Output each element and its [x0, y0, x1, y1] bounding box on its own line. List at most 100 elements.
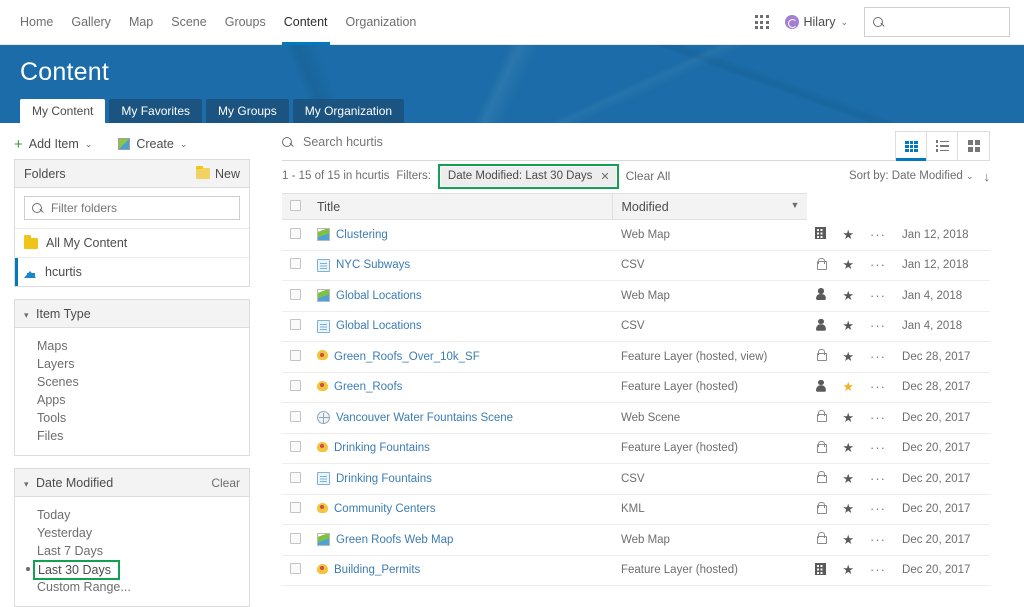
shared-private-icon[interactable]: [816, 502, 826, 514]
shared-private-icon[interactable]: [816, 441, 826, 453]
shared-org-icon[interactable]: [815, 563, 826, 575]
facet-item-tools[interactable]: Tools: [15, 409, 249, 427]
row-checkbox[interactable]: [290, 502, 301, 513]
row-title-link[interactable]: Clustering: [336, 229, 388, 241]
date-modified-panel-header[interactable]: ▾ Date Modified Clear: [15, 469, 249, 497]
grid-view-button[interactable]: [958, 132, 989, 160]
column-header-title[interactable]: Title: [309, 194, 613, 220]
row-checkbox[interactable]: [290, 380, 301, 391]
select-all-checkbox[interactable]: [290, 200, 301, 211]
table-row[interactable]: Global LocationsCSV★···Jan 4, 2018: [282, 311, 990, 342]
facet-date-yesterday[interactable]: Yesterday: [15, 524, 249, 542]
row-checkbox[interactable]: [290, 228, 301, 239]
shared-public-icon[interactable]: [815, 380, 826, 392]
row-title-link[interactable]: Global Locations: [336, 320, 422, 332]
favorite-star-icon[interactable]: ★: [842, 562, 854, 577]
list-view-button[interactable]: [927, 132, 958, 160]
row-title-link[interactable]: Green Roofs Web Map: [336, 534, 453, 546]
row-more-options-icon[interactable]: ···: [870, 288, 886, 303]
favorite-star-icon[interactable]: ★: [842, 440, 854, 455]
nav-link-scene[interactable]: Scene: [162, 0, 215, 45]
nav-link-map[interactable]: Map: [120, 0, 162, 45]
create-button[interactable]: Create ⌄: [118, 137, 187, 151]
table-row[interactable]: Vancouver Water Fountains SceneWeb Scene…: [282, 403, 990, 434]
folder-item-hcurtis[interactable]: hcurtis: [15, 257, 249, 286]
row-title-link[interactable]: Vancouver Water Fountains Scene: [336, 412, 513, 424]
row-title-link[interactable]: Building_Permits: [334, 564, 420, 576]
favorite-star-icon[interactable]: ★: [842, 379, 854, 394]
filter-folders-input[interactable]: [49, 200, 232, 216]
row-more-options-icon[interactable]: ···: [870, 257, 886, 272]
favorite-star-icon[interactable]: ★: [842, 227, 854, 242]
shared-public-icon[interactable]: [815, 319, 826, 331]
global-search-input[interactable]: [890, 14, 1001, 30]
folder-item-all-my-content[interactable]: All My Content: [15, 228, 249, 257]
global-search-box[interactable]: [864, 7, 1010, 37]
sort-by-dropdown[interactable]: Sort by: Date Modified ⌄: [849, 170, 974, 182]
row-more-options-icon[interactable]: ···: [870, 532, 886, 547]
table-row[interactable]: Green_Roofs_Over_10k_SFFeature Layer (ho…: [282, 342, 990, 373]
row-more-options-icon[interactable]: ···: [870, 379, 886, 394]
row-more-options-icon[interactable]: ···: [870, 318, 886, 333]
table-row[interactable]: Drinking FountainsCSV★···Dec 20, 2017: [282, 464, 990, 495]
row-more-options-icon[interactable]: ···: [870, 227, 886, 242]
nav-link-gallery[interactable]: Gallery: [62, 0, 120, 45]
row-checkbox[interactable]: [290, 411, 301, 422]
row-checkbox[interactable]: [290, 563, 301, 574]
facet-item-layers[interactable]: Layers: [15, 355, 249, 373]
row-more-options-icon[interactable]: ···: [870, 471, 886, 486]
row-title-link[interactable]: NYC Subways: [336, 259, 410, 271]
tab-my-organization[interactable]: My Organization: [293, 99, 404, 123]
item-type-panel-header[interactable]: ▾ Item Type: [15, 300, 249, 328]
table-row[interactable]: Drinking FountainsFeature Layer (hosted)…: [282, 433, 990, 464]
nav-link-content[interactable]: Content: [275, 0, 337, 45]
row-title-link[interactable]: Drinking Fountains: [336, 473, 432, 485]
row-checkbox[interactable]: [290, 441, 301, 452]
content-search-input[interactable]: [301, 134, 895, 150]
shared-private-icon[interactable]: [816, 471, 826, 483]
favorite-star-icon[interactable]: ★: [842, 410, 854, 425]
filter-chip-date-modified[interactable]: Date Modified: Last 30 Days ✕: [441, 167, 616, 186]
facet-date-last-30-days[interactable]: Last 30 Days: [15, 560, 249, 578]
row-more-options-icon[interactable]: ···: [870, 349, 886, 364]
table-row[interactable]: NYC SubwaysCSV★···Jan 12, 2018: [282, 250, 990, 281]
shared-private-icon[interactable]: [816, 410, 826, 422]
shared-private-icon[interactable]: [816, 349, 826, 361]
row-checkbox[interactable]: [290, 350, 301, 361]
row-title-link[interactable]: Drinking Fountains: [334, 442, 430, 454]
row-more-options-icon[interactable]: ···: [870, 440, 886, 455]
table-view-button[interactable]: [896, 132, 927, 160]
shared-private-icon[interactable]: [816, 532, 826, 544]
table-row[interactable]: Building_PermitsFeature Layer (hosted)★·…: [282, 555, 990, 586]
table-row[interactable]: Community CentersKML★···Dec 20, 2017: [282, 494, 990, 525]
row-more-options-icon[interactable]: ···: [870, 562, 886, 577]
app-grid-icon[interactable]: [755, 15, 769, 29]
user-menu[interactable]: Hilary ⌄: [785, 15, 849, 29]
content-search-box[interactable]: [282, 131, 895, 150]
row-checkbox[interactable]: [290, 258, 301, 269]
facet-date-today[interactable]: Today: [15, 506, 249, 524]
nav-link-home[interactable]: Home: [11, 0, 62, 45]
close-icon[interactable]: ✕: [600, 170, 609, 183]
facet-item-scenes[interactable]: Scenes: [15, 373, 249, 391]
nav-link-groups[interactable]: Groups: [216, 0, 275, 45]
tab-my-content[interactable]: My Content: [20, 99, 105, 123]
tab-my-groups[interactable]: My Groups: [206, 99, 289, 123]
table-row[interactable]: Global LocationsWeb Map★···Jan 4, 2018: [282, 281, 990, 312]
row-title-link[interactable]: Green_Roofs: [334, 381, 402, 393]
new-folder-button[interactable]: New: [196, 167, 240, 181]
row-title-link[interactable]: Global Locations: [336, 290, 422, 302]
column-header-modified[interactable]: Modified ▼: [613, 194, 807, 220]
facet-date-last-7-days[interactable]: Last 7 Days: [15, 542, 249, 560]
row-checkbox[interactable]: [290, 472, 301, 483]
favorite-star-icon[interactable]: ★: [842, 318, 854, 333]
favorite-star-icon[interactable]: ★: [842, 257, 854, 272]
nav-link-organization[interactable]: Organization: [337, 0, 426, 45]
row-title-link[interactable]: Community Centers: [334, 503, 436, 515]
table-row[interactable]: ClusteringWeb Map★···Jan 12, 2018: [282, 220, 990, 251]
sort-direction-icon[interactable]: ↓: [984, 169, 991, 184]
row-checkbox[interactable]: [290, 533, 301, 544]
clear-all-filters-button[interactable]: Clear All: [626, 169, 671, 183]
facet-item-apps[interactable]: Apps: [15, 391, 249, 409]
table-row[interactable]: Green Roofs Web MapWeb Map★···Dec 20, 20…: [282, 525, 990, 556]
